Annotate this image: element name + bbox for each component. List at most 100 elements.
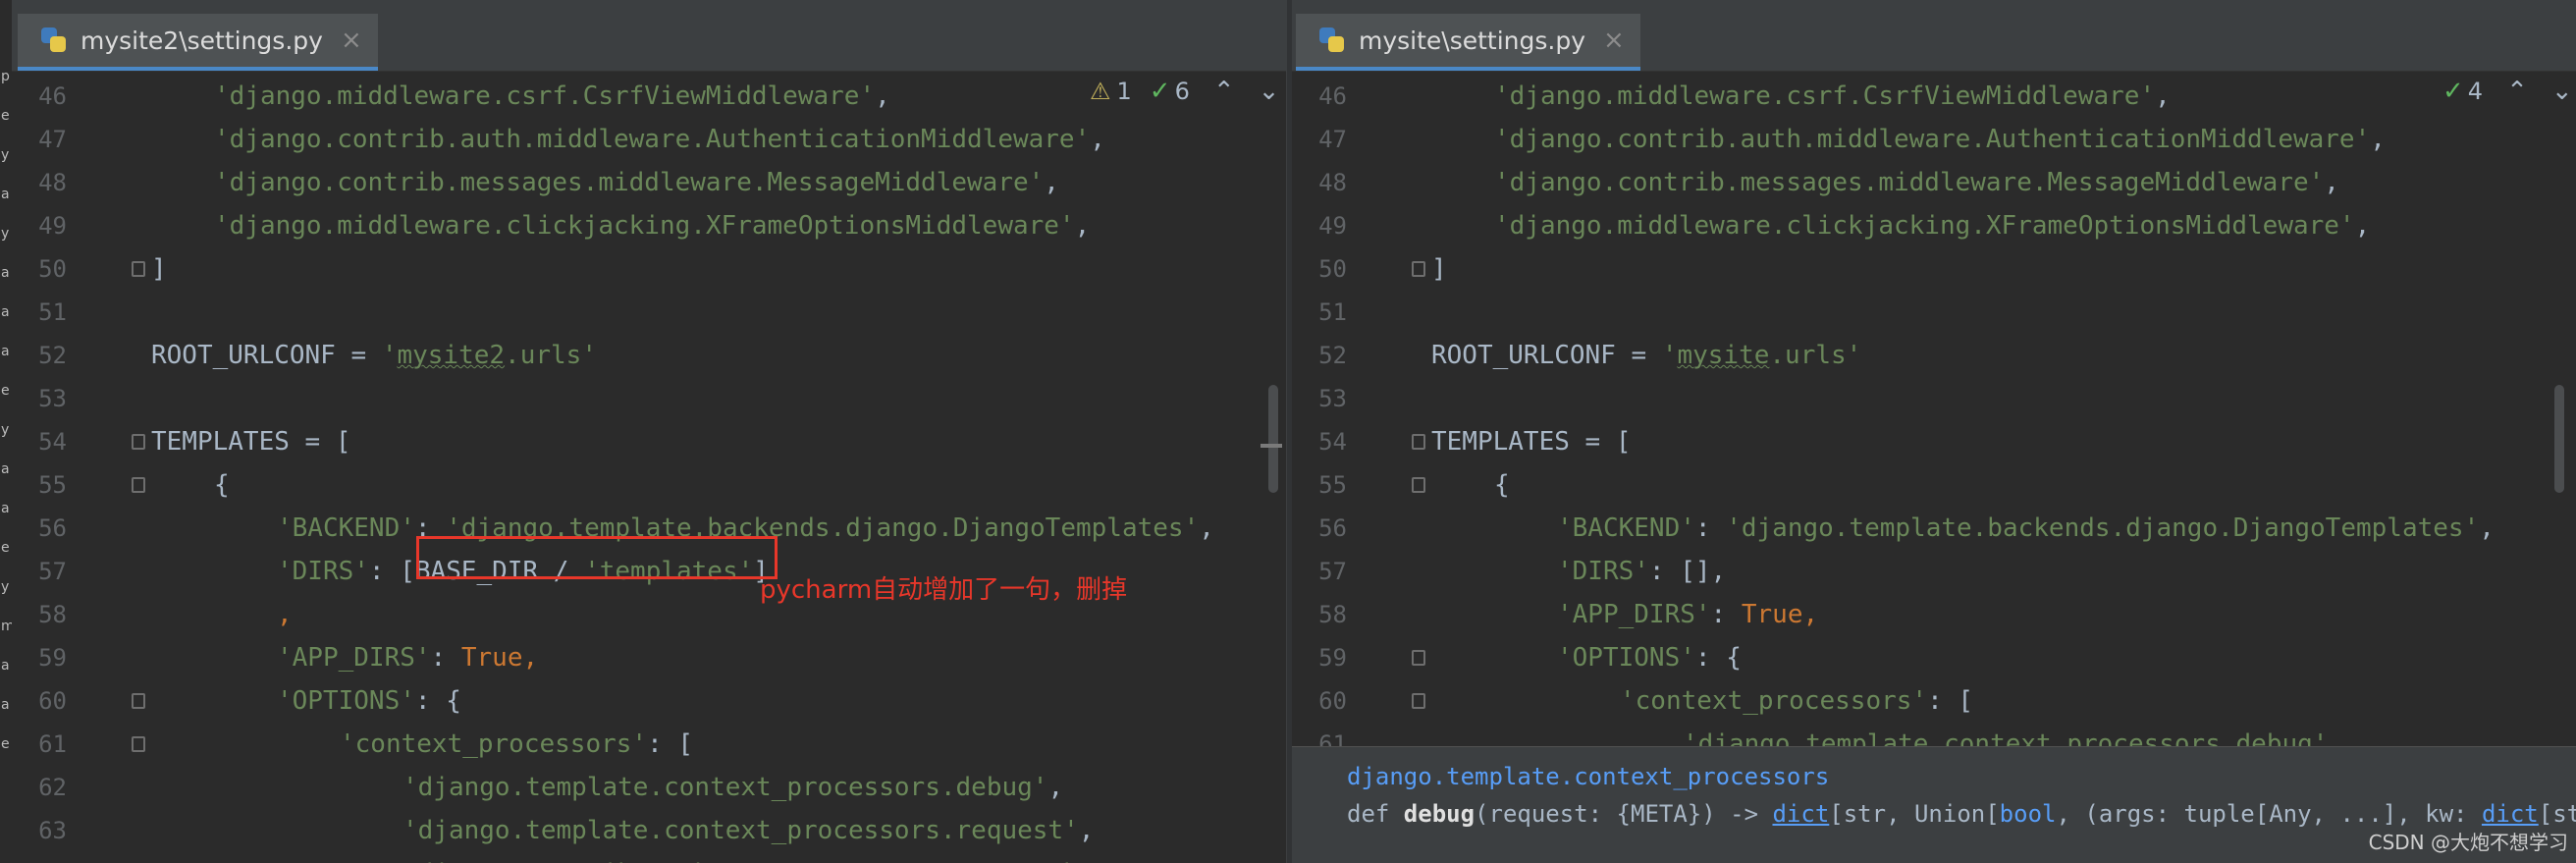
code-line: 'django.contrib.messages.middleware.Mess… (1494, 168, 2339, 197)
code-line: 'OPTIONS': { (277, 686, 461, 716)
line-number: 58 (1318, 601, 1347, 628)
tab-mysite-settings[interactable]: mysite\settings.py × (1296, 14, 1640, 71)
tab-mysite2-settings[interactable]: mysite2\settings.py × (18, 14, 378, 71)
tool-strip-mark: e (1, 383, 10, 399)
line-number: 51 (38, 298, 67, 326)
code-line: , (277, 600, 293, 629)
line-number: 56 (1318, 514, 1347, 542)
code-line: { (1494, 470, 1510, 500)
code-line: TEMPLATES = [ (151, 427, 351, 457)
fold-marker-icon[interactable] (1412, 477, 1425, 493)
code-line: 'django.contrib.auth.middleware.Authenti… (1494, 125, 2386, 154)
code-line: 'django.middleware.csrf.CsrfViewMiddlewa… (1494, 81, 2171, 111)
code-line: 'context_processors': [ (1620, 686, 1974, 716)
line-number: 50 (1318, 255, 1347, 283)
tool-strip-mark: e (1, 540, 10, 556)
line-number: 54 (1318, 428, 1347, 456)
chevron-up-icon[interactable]: ⌃ (1213, 77, 1235, 106)
right-scrollbar[interactable] (2554, 385, 2564, 493)
tool-strip-mark: a (1, 187, 10, 202)
code-line: TEMPLATES = [ (1431, 427, 1632, 457)
python-file-icon (39, 26, 69, 55)
watermark: CSDN @大炮不想学习 (2368, 831, 2568, 854)
close-icon[interactable]: × (341, 26, 362, 55)
fold-marker-icon[interactable] (132, 693, 145, 709)
line-number: 55 (38, 471, 67, 499)
tool-strip-mark: y (1, 579, 10, 595)
right-gutter: 464748495051525354555657585960616263 (1292, 71, 1425, 863)
fold-marker-icon[interactable] (132, 736, 145, 752)
line-number: 48 (1318, 169, 1347, 196)
right-code-editor[interactable]: 464748495051525354555657585960616263 'dj… (1292, 71, 2576, 863)
line-number: 49 (38, 212, 67, 240)
chevron-down-icon[interactable]: ⌄ (2551, 77, 2573, 106)
line-number: 53 (1318, 385, 1347, 412)
line-number: 60 (1318, 687, 1347, 715)
chevron-down-icon[interactable]: ⌄ (1259, 77, 1280, 106)
line-number: 57 (38, 558, 67, 585)
code-line: 'APP_DIRS': True, (277, 643, 539, 673)
fold-marker-icon[interactable] (1412, 261, 1425, 277)
code-line: 'OPTIONS': { (1557, 643, 1742, 673)
left-editor-pane: mysite2\settings.py × 46 47 48 49 50 51 52 53 54… (12, 0, 1286, 863)
line-number: 59 (38, 644, 67, 672)
fold-marker-icon[interactable] (1412, 693, 1425, 709)
line-number: 52 (38, 342, 67, 369)
fold-marker-icon[interactable] (1412, 650, 1425, 666)
tool-strip-mark: m (1, 619, 15, 634)
line-number: 51 (1318, 298, 1347, 326)
right-tab-bar: mysite\settings.py × (1292, 0, 2576, 72)
code-line: 'context_processors': [ (340, 729, 694, 759)
tab-label: mysite\settings.py (1359, 26, 1586, 55)
inspection-widget[interactable]: ⚠ 1 ✓ 6 ⌃ ⌄ (1090, 77, 1279, 106)
inspection-widget[interactable]: ✓ 4 ⌃ ⌄ (2425, 77, 2573, 106)
tool-strip-mark: a (1, 304, 10, 320)
code-line: ROOT_URLCONF = 'mysite2.urls' (151, 341, 597, 370)
right-editor-pane: mysite\settings.py × 46 47 48 49 50 51 52 53 54 5… (1292, 0, 2576, 863)
line-number: 61 (38, 730, 67, 758)
line-number: 47 (1318, 126, 1347, 153)
warning-icon: ⚠ (1090, 78, 1111, 105)
line-number: 46 (1318, 82, 1347, 110)
line-number: 60 (38, 687, 67, 715)
check-icon: ✓ (1149, 77, 1171, 106)
doc-module-link[interactable]: django.template.context_processors (1347, 763, 1829, 790)
doc-signature: def debug(request: {META}) -> dict[str, … (1347, 800, 2576, 828)
ok-count: 4 (2467, 78, 2484, 105)
code-line: 'django.template.context_processors.requ… (402, 816, 1095, 845)
tool-strip-mark: e (1, 736, 10, 752)
line-number: 57 (1318, 558, 1347, 585)
fold-marker-icon[interactable] (132, 434, 145, 450)
line-number: 63 (38, 817, 67, 844)
tool-strip-mark: y (1, 422, 10, 438)
left-gutter: 46 47 48 49 50 51 52 53 54 55 56 57 58 59 60 61 62 63 64 (12, 71, 145, 863)
tool-strip-mark: e (1, 108, 10, 124)
close-icon[interactable]: × (1603, 26, 1625, 55)
check-icon: ✓ (2442, 77, 2464, 106)
line-number: 62 (38, 774, 67, 801)
tab-label: mysite2\settings.py (80, 26, 323, 55)
line-number: 50 (38, 255, 67, 283)
chevron-up-icon[interactable]: ⌃ (2506, 77, 2528, 106)
line-number: 55 (1318, 471, 1347, 499)
ok-count: 6 (1174, 78, 1190, 105)
fold-marker-icon[interactable] (132, 261, 145, 277)
tool-strip-mark: y (1, 226, 10, 242)
line-number: 58 (38, 601, 67, 628)
code-line: { (214, 470, 230, 500)
fold-marker-icon[interactable] (132, 477, 145, 493)
python-file-icon (1317, 26, 1347, 55)
left-scrollbar[interactable] (1268, 385, 1278, 493)
code-line: 'django.contrib.auth.context_processors.… (402, 852, 1109, 863)
fold-marker-icon[interactable] (1412, 434, 1425, 450)
code-line: 'APP_DIRS': True, (1557, 600, 1819, 629)
line-number: 46 (38, 82, 67, 110)
line-number: 64 (12, 852, 67, 863)
code-line: 'DIRS': [], (1557, 557, 1727, 586)
code-line: 'django.middleware.clickjacking.XFrameOp… (1494, 211, 2371, 241)
line-number: 49 (1318, 212, 1347, 240)
tool-strip-mark: a (1, 658, 10, 674)
scroll-marker (1261, 444, 1282, 448)
tool-strip-mark: y (1, 147, 10, 163)
left-code-editor[interactable]: 46474849505152535455565758596061626364 '… (12, 71, 1286, 863)
